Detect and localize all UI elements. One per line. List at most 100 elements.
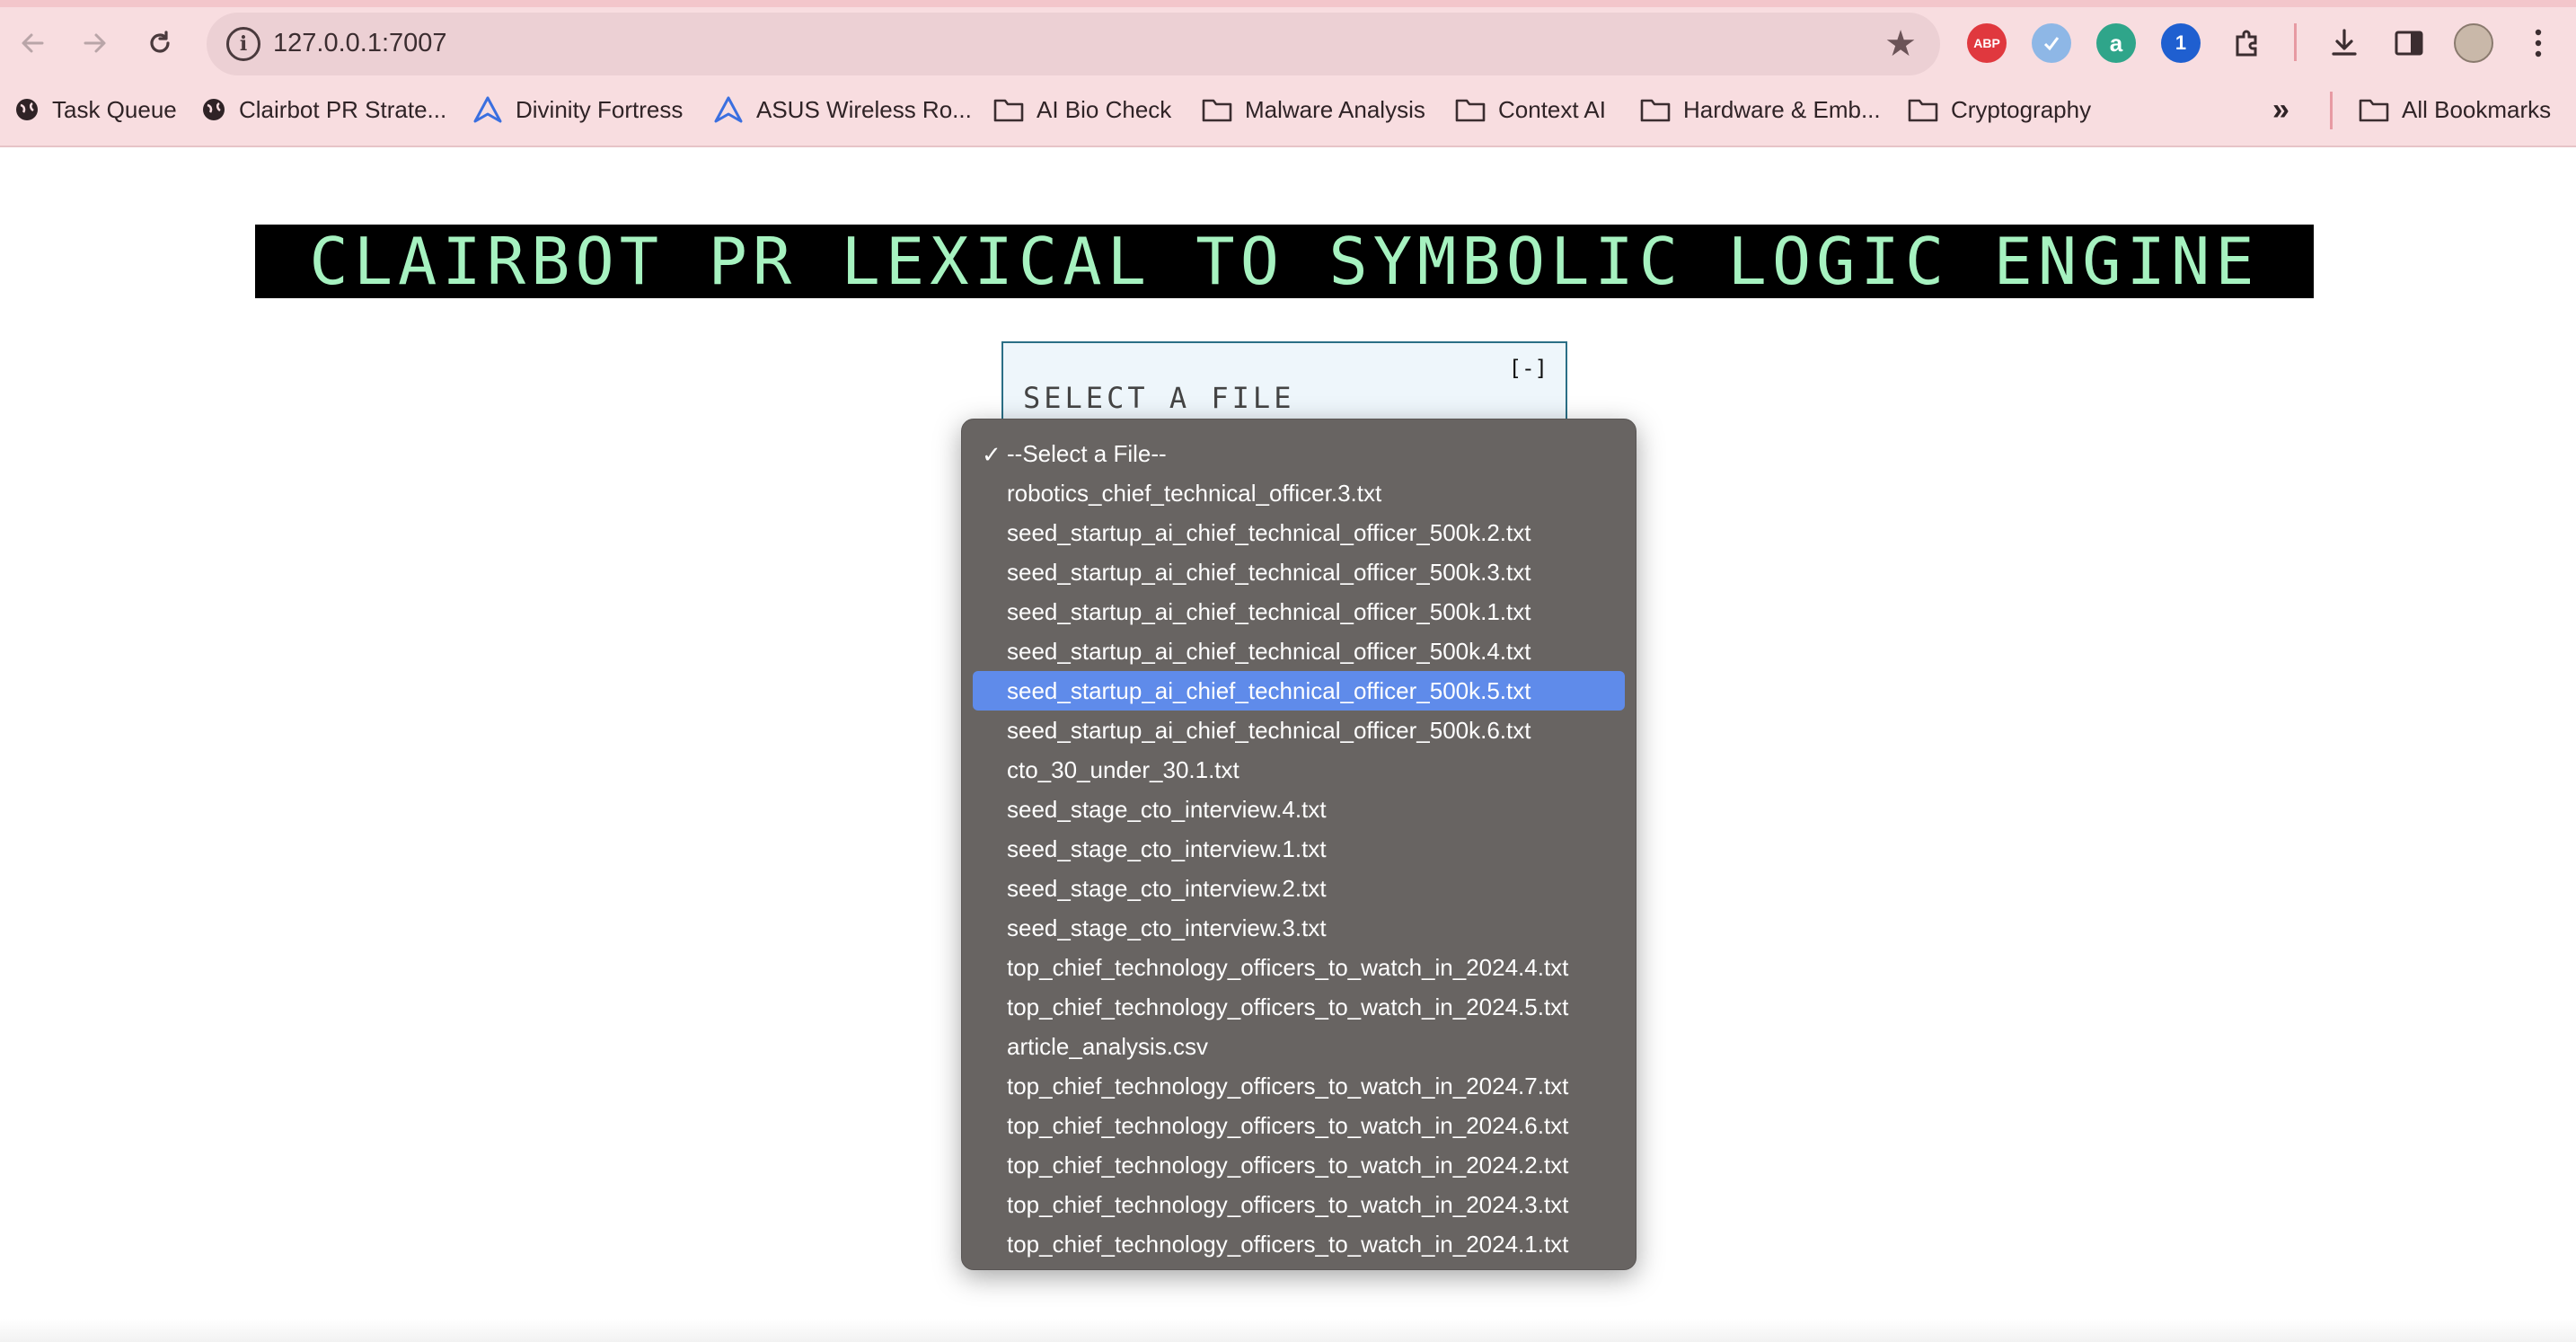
forward-button[interactable]: [72, 20, 119, 66]
dropdown-option[interactable]: top_chief_technology_officers_to_watch_i…: [973, 1106, 1625, 1145]
bookmark-divinity-fortress[interactable]: Divinity Fortress: [472, 86, 683, 133]
dropdown-option[interactable]: seed_startup_ai_chief_technical_officer_…: [973, 631, 1625, 671]
url-text[interactable]: 127.0.0.1:7007: [273, 29, 447, 58]
dropdown-option[interactable]: top_chief_technology_officers_to_watch_i…: [973, 987, 1625, 1027]
bookmark-asus-wireless[interactable]: ASUS Wireless Ro...: [713, 86, 972, 133]
dropdown-option[interactable]: cto_30_under_30.1.txt: [973, 750, 1625, 790]
dropdown-option[interactable]: seed_startup_ai_chief_technical_officer_…: [973, 671, 1625, 711]
bookmark-folder-hardware[interactable]: Hardware & Emb...: [1640, 86, 1881, 133]
dropdown-option[interactable]: robotics_chief_technical_officer.3.txt: [973, 473, 1625, 513]
dropdown-option-label: seed_startup_ai_chief_technical_officer_…: [1007, 676, 1531, 704]
checkmark-icon: ✓: [982, 441, 1001, 468]
arrow-left-icon: [22, 33, 44, 53]
bookmarks-separator: [2330, 92, 2333, 129]
dropdown-option-label: top_chief_technology_officers_to_watch_i…: [1007, 1230, 1569, 1258]
dropdown-option[interactable]: seed_startup_ai_chief_technical_officer_…: [973, 711, 1625, 750]
address-bar[interactable]: i 127.0.0.1:7007 ★: [207, 13, 1940, 75]
dropdown-option-label: top_chief_technology_officers_to_watch_i…: [1007, 1111, 1569, 1139]
bookmark-folder-context-ai[interactable]: Context AI: [1455, 86, 1606, 133]
checkmark-icon: [2043, 37, 2060, 51]
dropdown-option-label: seed_startup_ai_chief_technical_officer_…: [1007, 716, 1531, 744]
dropdown-option[interactable]: seed_startup_ai_chief_technical_officer_…: [973, 513, 1625, 552]
bookmark-folder-malware-analysis[interactable]: Malware Analysis: [1202, 86, 1425, 133]
bookmark-folder-cryptography[interactable]: Cryptography: [1908, 86, 2091, 133]
dropdown-option[interactable]: top_chief_technology_officers_to_watch_i…: [973, 1185, 1625, 1224]
downloads-icon[interactable]: [2325, 23, 2364, 63]
dropdown-option-label: top_chief_technology_officers_to_watch_i…: [1007, 993, 1569, 1020]
chevrons-right-icon: »: [2272, 92, 2289, 127]
bookmarks-bar: Task Queue Clairbot PR Strate... Divinit…: [0, 86, 2576, 133]
reload-icon: [150, 31, 170, 53]
all-bookmarks-button[interactable]: All Bookmarks: [2359, 86, 2551, 133]
back-button[interactable]: [9, 20, 56, 66]
bookmark-label: ASUS Wireless Ro...: [756, 95, 972, 123]
dropdown-option[interactable]: seed_stage_cto_interview.1.txt: [973, 829, 1625, 869]
dropdown-option[interactable]: seed_stage_cto_interview.2.txt: [973, 869, 1625, 908]
bookmark-label: AI Bio Check: [1037, 95, 1172, 123]
site-info-icon[interactable]: i: [226, 27, 260, 61]
folder-icon: [1908, 97, 1938, 122]
bookmark-label: Task Queue: [52, 95, 177, 123]
bookmark-star-icon[interactable]: ★: [1884, 23, 1917, 65]
dropdown-option-label: --Select a File--: [1007, 439, 1167, 467]
collapse-toggle-button[interactable]: [-]: [1509, 356, 1548, 381]
reload-button[interactable]: [137, 20, 183, 66]
dropdown-option-label: seed_startup_ai_chief_technical_officer_…: [1007, 637, 1531, 665]
dropdown-option[interactable]: seed_startup_ai_chief_technical_officer_…: [973, 592, 1625, 631]
bookmark-folder-ai-bio-check[interactable]: AI Bio Check: [993, 86, 1171, 133]
dropdown-option[interactable]: seed_startup_ai_chief_technical_officer_…: [973, 552, 1625, 592]
dropdown-option-label: seed_stage_cto_interview.1.txt: [1007, 834, 1327, 862]
dropdown-option-label: seed_startup_ai_chief_technical_officer_…: [1007, 597, 1531, 625]
bookmark-label: Context AI: [1498, 95, 1606, 123]
bookmark-label: Hardware & Emb...: [1683, 95, 1881, 123]
folder-icon: [1640, 97, 1671, 122]
file-select-dropdown[interactable]: ✓ --Select a File-- robotics_chief_technic…: [961, 419, 1636, 1270]
menu-kebab-icon[interactable]: [2519, 23, 2558, 63]
dropdown-option-label: seed_startup_ai_chief_technical_officer_…: [1007, 518, 1531, 546]
folder-icon: [993, 97, 1024, 122]
browser-toolbar: i 127.0.0.1:7007 ★ ABP a 1 Task Queue Cl…: [0, 0, 2576, 147]
dropdown-option-label: article_analysis.csv: [1007, 1032, 1208, 1060]
toolbar-separator: [2294, 23, 2297, 61]
folder-icon: [1455, 97, 1486, 122]
dropdown-option-label: seed_stage_cto_interview.4.txt: [1007, 795, 1327, 823]
adblock-extension-icon[interactable]: ABP: [1967, 23, 2007, 63]
profile-avatar[interactable]: [2454, 23, 2493, 63]
globe-icon: [201, 97, 226, 122]
bookmark-label: Malware Analysis: [1245, 95, 1425, 123]
page-banner: CLAIRBOT PR LEXICAL TO SYMBOLIC LOGIC EN…: [255, 224, 2314, 299]
all-bookmarks-label: All Bookmarks: [2402, 95, 2552, 123]
dropdown-option-label: seed_stage_cto_interview.2.txt: [1007, 874, 1327, 902]
dropdown-option-label: top_chief_technology_officers_to_watch_i…: [1007, 1190, 1569, 1218]
dropdown-option-label: top_chief_technology_officers_to_watch_i…: [1007, 1151, 1569, 1179]
adblock-label: ABP: [1973, 36, 2000, 50]
bookmark-label: Clairbot PR Strate...: [239, 95, 447, 123]
bookmark-clairbot-pr[interactable]: Clairbot PR Strate...: [201, 86, 446, 133]
triangle-icon: [713, 96, 744, 123]
extension-icon-2[interactable]: [2032, 23, 2071, 63]
password-extension-icon[interactable]: 1: [2161, 23, 2201, 63]
side-panel-icon[interactable]: [2389, 23, 2429, 63]
dropdown-option[interactable]: top_chief_technology_officers_to_watch_i…: [973, 1145, 1625, 1185]
dropdown-option[interactable]: seed_stage_cto_interview.4.txt: [973, 790, 1625, 829]
panel-title: SELECT A FILE: [1023, 381, 1295, 415]
dropdown-option-label: cto_30_under_30.1.txt: [1007, 755, 1239, 783]
dropdown-option[interactable]: ✓ --Select a File--: [973, 434, 1625, 473]
dropdown-option[interactable]: top_chief_technology_officers_to_watch_i…: [973, 1066, 1625, 1106]
page-bottom-edge: [0, 1319, 2576, 1342]
dropdown-option[interactable]: top_chief_technology_officers_to_watch_i…: [973, 948, 1625, 987]
dropdown-option[interactable]: top_chief_technology_officers_to_watch_i…: [973, 1224, 1625, 1264]
bookmark-task-queue[interactable]: Task Queue: [14, 86, 177, 133]
dropdown-option[interactable]: seed_stage_cto_interview.3.txt: [973, 908, 1625, 948]
page-title: CLAIRBOT PR LEXICAL TO SYMBOLIC LOGIC EN…: [309, 224, 2260, 299]
grammar-extension-icon[interactable]: a: [2096, 23, 2136, 63]
dropdown-option-label: robotics_chief_technical_officer.3.txt: [1007, 479, 1382, 507]
tab-strip-edge: [0, 0, 2576, 7]
globe-icon: [14, 97, 40, 122]
dropdown-option[interactable]: article_analysis.csv: [973, 1027, 1625, 1066]
bookmarks-overflow-button[interactable]: »: [2272, 86, 2289, 133]
arrow-right-icon: [84, 33, 106, 53]
triangle-icon: [472, 96, 503, 123]
password-extension-label: 1: [2175, 31, 2187, 54]
extensions-puzzle-icon[interactable]: [2228, 23, 2267, 63]
